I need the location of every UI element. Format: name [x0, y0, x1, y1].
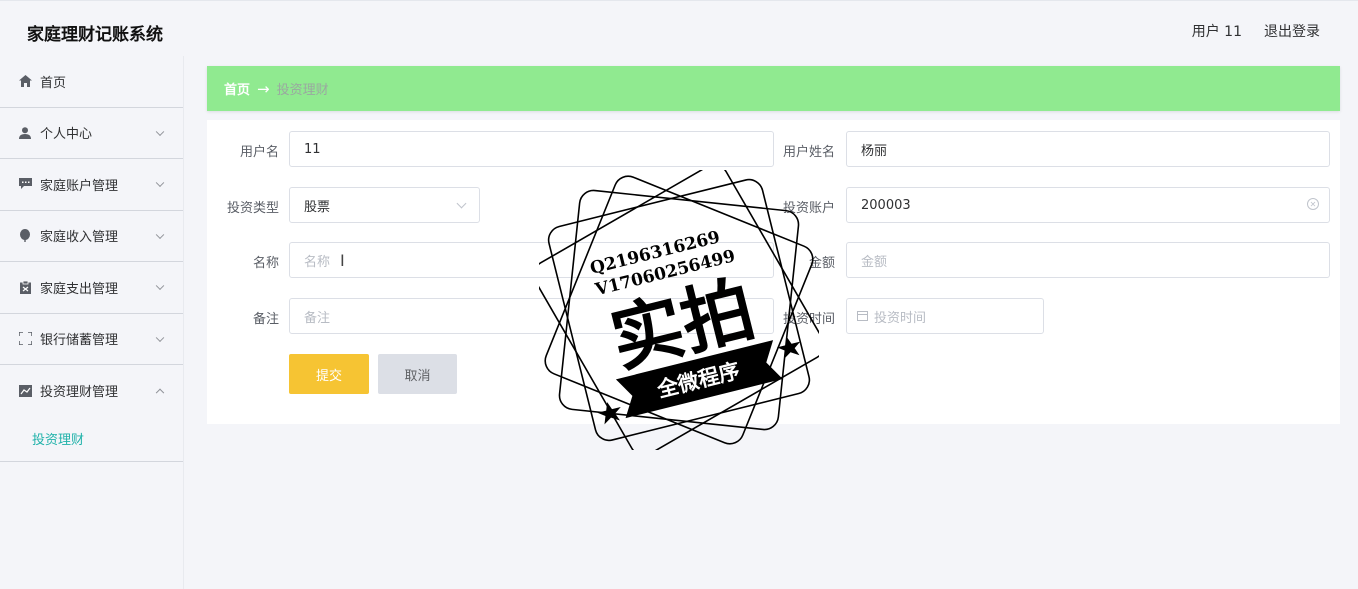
sidebar-item-family-income[interactable]: 家庭收入管理 — [0, 211, 183, 262]
investment-time-picker[interactable]: 投资时间 — [846, 298, 1044, 334]
breadcrumb-current: 投资理财 — [276, 83, 329, 98]
sidebar-item-label: 个人中心 — [40, 127, 93, 143]
breadcrumb: 首页 → 投资理财 — [207, 66, 1340, 111]
sidebar-item-label: 银行储蓄管理 — [40, 333, 119, 349]
amount-field[interactable]: 金额 — [846, 242, 1330, 278]
breadcrumb-home[interactable]: 首页 — [224, 79, 250, 98]
investment-type-select[interactable]: 股票 — [289, 187, 480, 223]
header-right: 用户 11 退出登录 — [1192, 21, 1320, 41]
chevron-up-icon — [155, 388, 165, 397]
sidebar-item-label: 家庭收入管理 — [40, 230, 119, 246]
clear-icon[interactable]: ✕ — [1307, 198, 1319, 210]
chevron-down-icon — [155, 230, 165, 239]
name-label: 名称 — [252, 256, 279, 271]
chevron-down-icon — [155, 127, 165, 136]
sidebar-item-family-expense[interactable]: 家庭支出管理 — [0, 262, 183, 314]
chevron-down-icon — [155, 178, 165, 188]
fullname-label: 用户姓名 — [782, 145, 835, 160]
name-placeholder: 名称 — [304, 254, 331, 270]
sidebar-item-bank-savings[interactable]: 银行储蓄管理 — [0, 314, 183, 365]
remark-placeholder: 备注 — [304, 310, 331, 326]
calendar-icon — [857, 311, 868, 321]
logout-button[interactable]: 退出登录 — [1264, 21, 1320, 41]
amount-placeholder: 金额 — [861, 254, 888, 270]
sidebar-item-label: 家庭账户管理 — [40, 178, 119, 194]
fullname-value: 杨丽 — [861, 143, 888, 159]
current-user: 用户 11 — [1191, 24, 1242, 40]
submit-button[interactable]: 提交 — [289, 354, 369, 394]
chat-icon — [18, 177, 32, 191]
fullname-field[interactable]: 杨丽 — [846, 131, 1330, 167]
chart-icon — [18, 384, 32, 398]
clipboard-icon — [18, 280, 32, 294]
chevron-down-icon — [456, 198, 467, 209]
sidebar-item-label: 家庭支出管理 — [40, 281, 119, 297]
investment-account-field[interactable]: 200003 ✕ — [846, 187, 1330, 223]
top-header: 家庭理财记账系统 用户 11 退出登录 — [0, 0, 1358, 60]
sidebar-subitem-investment[interactable]: 投资理财 — [0, 417, 183, 462]
investment-account-value: 200003 — [861, 197, 911, 213]
leaf-icon — [18, 229, 32, 243]
arrow-right-icon: → — [257, 79, 270, 98]
sidebar: 首页 个人中心 家庭账户管理 家庭收入管理 家庭支出管理 银行储蓄管理 投资理财… — [0, 56, 184, 589]
fullscreen-icon — [18, 332, 32, 346]
username-label: 用户名 — [239, 145, 279, 160]
sidebar-item-family-account[interactable]: 家庭账户管理 — [0, 159, 183, 211]
cancel-button[interactable]: 取消 — [378, 354, 457, 394]
sidebar-item-home[interactable]: 首页 — [0, 56, 183, 108]
sidebar-item-label: 投资理财管理 — [40, 385, 119, 401]
home-icon — [18, 74, 32, 88]
username-field[interactable]: 11 — [289, 131, 774, 167]
chevron-down-icon — [155, 281, 165, 291]
text-cursor-icon: I — [340, 251, 345, 270]
investment-type-label: 投资类型 — [226, 201, 279, 216]
username-value: 11 — [304, 141, 321, 157]
investment-type-value: 股票 — [304, 199, 331, 215]
remark-label: 备注 — [252, 312, 279, 327]
sidebar-item-profile[interactable]: 个人中心 — [0, 108, 183, 159]
watermark-stamp: Q2196316269 V17060256499 实拍 全微程序 — [539, 170, 819, 450]
sidebar-item-label: 首页 — [40, 75, 67, 91]
sidebar-item-investment[interactable]: 投资理财管理 — [0, 365, 183, 417]
investment-time-placeholder: 投资时间 — [874, 310, 927, 326]
app-title: 家庭理财记账系统 — [27, 25, 163, 45]
star-icon — [597, 402, 621, 425]
chevron-down-icon — [155, 333, 165, 342]
user-icon — [18, 126, 32, 140]
